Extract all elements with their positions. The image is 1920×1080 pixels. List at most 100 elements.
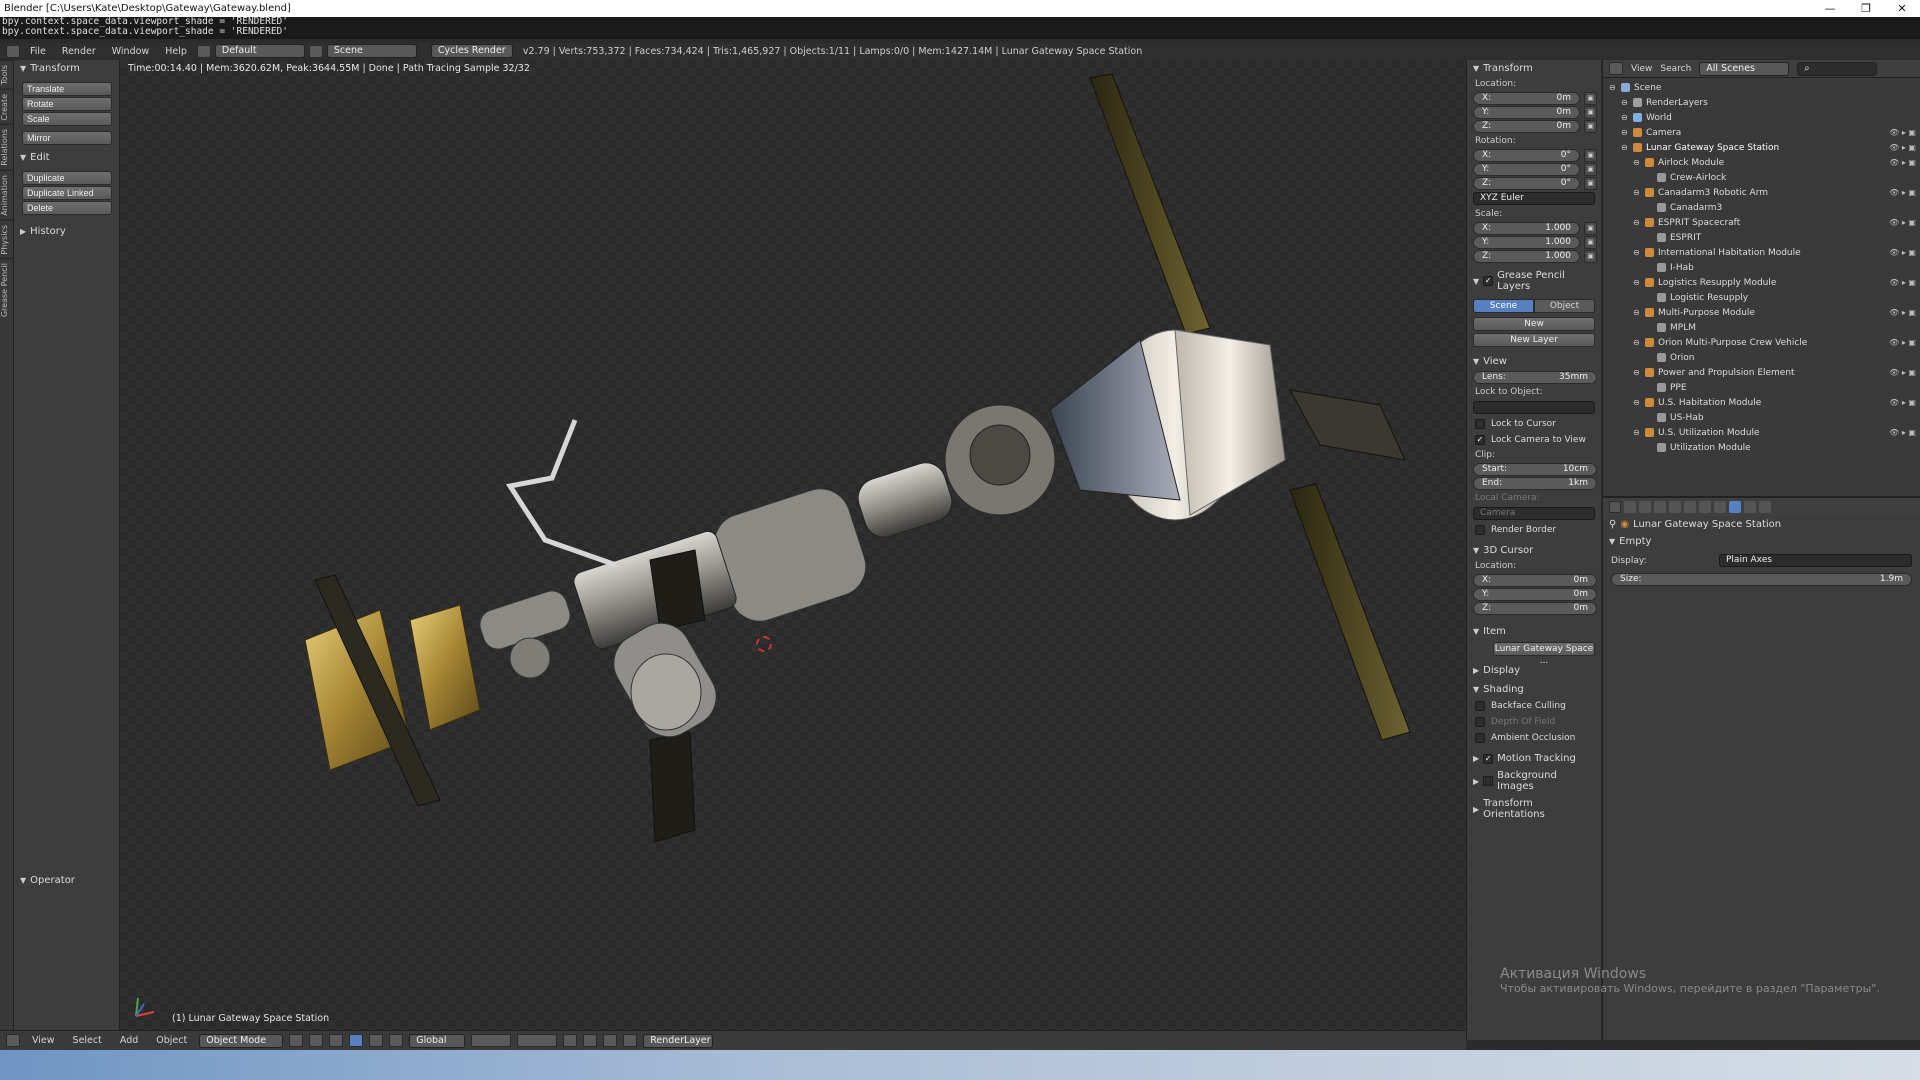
visibility-icon[interactable]: 👁 ▸ ▣: [1889, 248, 1916, 257]
outliner-row[interactable]: MPLM: [1603, 320, 1920, 335]
gp-scene-button[interactable]: Scene: [1473, 299, 1534, 313]
render-engine-select[interactable]: Cycles Render: [430, 44, 513, 58]
menu-select[interactable]: Select: [67, 1035, 108, 1046]
editor-type-icon[interactable]: [6, 1034, 20, 1047]
render-tab-icon[interactable]: [1624, 501, 1636, 513]
menu-add[interactable]: Add: [114, 1035, 144, 1046]
minimize-icon[interactable]: —: [1812, 0, 1848, 17]
cursor-z-field[interactable]: Z: 0m: [1473, 602, 1597, 615]
operator-panel-header[interactable]: ▼ Operator: [14, 872, 81, 889]
visibility-icon[interactable]: 👁 ▸ ▣: [1889, 218, 1916, 227]
outliner-row[interactable]: ⊖ International Habitation Module 👁 ▸ ▣: [1603, 245, 1920, 260]
lock-icon[interactable]: ▣: [1584, 92, 1597, 105]
translate-button[interactable]: Translate: [22, 82, 112, 96]
motion-tracking-panel-header[interactable]: ▶ ✓ Motion Tracking: [1467, 750, 1601, 767]
snap-icon[interactable]: [563, 1034, 578, 1047]
empty-display-select[interactable]: Plain Axes: [1719, 554, 1912, 567]
expand-icon[interactable]: ⊖: [1633, 158, 1643, 167]
tab-physics[interactable]: Physics: [0, 219, 14, 259]
empty-panel-header[interactable]: ▼ Empty: [1603, 533, 1920, 550]
item-name-field[interactable]: Lunar Gateway Space ...: [1493, 642, 1595, 666]
maximize-icon[interactable]: ❐: [1848, 0, 1884, 17]
visibility-icon[interactable]: 👁 ▸ ▣: [1889, 128, 1916, 137]
outliner-row[interactable]: ⊖ ESPRIT Spacecraft 👁 ▸ ▣: [1603, 215, 1920, 230]
display-mode-select[interactable]: All Scenes: [1699, 61, 1790, 76]
object-tab-icon[interactable]: [1684, 501, 1696, 513]
lock-to-cursor-checkbox[interactable]: Lock to Cursor: [1467, 416, 1601, 432]
editor-type-icon[interactable]: [1609, 501, 1621, 513]
checkbox-icon[interactable]: ✓: [1483, 276, 1494, 286]
tab-tools[interactable]: Tools: [0, 60, 14, 89]
checkbox-icon[interactable]: [1475, 525, 1485, 535]
pin-icon[interactable]: ⚲: [1609, 519, 1616, 530]
rotation-z-field[interactable]: Z: 0°: [1473, 177, 1580, 190]
expand-icon[interactable]: ⊖: [1633, 308, 1643, 317]
lock-camera-checkbox[interactable]: ✓ Lock Camera to View: [1467, 432, 1601, 448]
shading-icon[interactable]: [289, 1034, 304, 1047]
tab-relations[interactable]: Relations: [0, 124, 14, 171]
visibility-icon[interactable]: 👁 ▸ ▣: [1889, 278, 1916, 287]
tab-create[interactable]: Create: [0, 88, 14, 125]
outliner-row[interactable]: ⊖ Camera 👁 ▸ ▣: [1603, 125, 1920, 140]
outliner-row[interactable]: ⊖ Multi-Purpose Module 👁 ▸ ▣: [1603, 305, 1920, 320]
outliner-row[interactable]: US-Hab: [1603, 410, 1920, 425]
expand-icon[interactable]: ⊖: [1633, 218, 1643, 227]
shading-panel-header[interactable]: ▼ Shading: [1467, 681, 1601, 698]
duplicate-button[interactable]: Duplicate: [22, 171, 112, 185]
duplicate-linked-button[interactable]: Duplicate Linked: [22, 186, 112, 200]
orientation-select[interactable]: Global: [409, 1033, 466, 1048]
display-panel-header[interactable]: ▶ Display: [1467, 662, 1601, 679]
scale-manipulator-icon[interactable]: [389, 1034, 404, 1047]
manipulator-icon[interactable]: [329, 1034, 344, 1047]
lens-field[interactable]: Lens: 35mm: [1473, 371, 1597, 384]
cursor-x-field[interactable]: X: 0m: [1473, 574, 1597, 587]
checkbox-icon[interactable]: [1475, 701, 1485, 711]
3d-cursor-icon[interactable]: [756, 636, 772, 652]
lock-icon[interactable]: ▣: [1584, 149, 1597, 162]
scale-x-field[interactable]: X: 1.000: [1473, 222, 1580, 235]
outliner-row[interactable]: ESPRIT: [1603, 230, 1920, 245]
layers-icon[interactable]: [517, 1034, 558, 1047]
lock-icon[interactable]: ▣: [1584, 106, 1597, 119]
pivot-icon[interactable]: [309, 1034, 324, 1047]
menu-object[interactable]: Object: [150, 1035, 193, 1046]
mode-select[interactable]: Object Mode: [199, 1033, 284, 1048]
item-panel-header[interactable]: ▼ Item: [1467, 623, 1601, 640]
expand-icon[interactable]: ⊖: [1621, 128, 1631, 137]
menu-file[interactable]: File: [24, 46, 52, 57]
outliner-row[interactable]: Canadarm3: [1603, 200, 1920, 215]
checkbox-icon[interactable]: [1475, 419, 1485, 429]
expand-icon[interactable]: ⊖: [1633, 428, 1643, 437]
lock-icon[interactable]: ▣: [1584, 236, 1597, 249]
lock-icon[interactable]: ▣: [1584, 120, 1597, 133]
checkbox-icon[interactable]: [1475, 733, 1485, 743]
data-tab-icon[interactable]: [1729, 501, 1741, 513]
visibility-icon[interactable]: 👁 ▸ ▣: [1889, 308, 1916, 317]
menu-window[interactable]: Window: [106, 46, 155, 57]
visibility-icon[interactable]: 👁 ▸ ▣: [1889, 188, 1916, 197]
edit-panel-header[interactable]: ▼ Edit: [14, 149, 119, 166]
tab-grease-pencil[interactable]: Grease Pencil: [0, 258, 14, 322]
render-layers-tab-icon[interactable]: [1639, 501, 1651, 513]
depth-of-field-checkbox[interactable]: Depth Of Field: [1467, 714, 1601, 730]
expand-icon[interactable]: ⊖: [1633, 398, 1643, 407]
layers-icon[interactable]: [471, 1034, 512, 1047]
grease-pencil-panel-header[interactable]: ▼ ✓ Grease Pencil Layers: [1467, 267, 1601, 295]
editor-type-icon[interactable]: [1609, 62, 1623, 75]
checkbox-icon[interactable]: [1483, 776, 1494, 786]
scale-z-field[interactable]: Z: 1.000: [1473, 250, 1580, 263]
3d-cursor-panel-header[interactable]: ▼ 3D Cursor: [1467, 542, 1601, 559]
scene-icon[interactable]: [308, 44, 323, 58]
proportional-icon[interactable]: [583, 1034, 598, 1047]
scale-button[interactable]: Scale: [22, 112, 112, 126]
transform-orientations-panel-header[interactable]: ▶ Transform Orientations: [1467, 795, 1601, 823]
outliner-row[interactable]: Logistic Resupply: [1603, 290, 1920, 305]
outliner-search-menu[interactable]: Search: [1660, 64, 1691, 74]
checkbox-icon[interactable]: [1475, 717, 1485, 727]
outliner-row[interactable]: Crew-Airlock: [1603, 170, 1920, 185]
render-icon[interactable]: [603, 1034, 618, 1047]
render-border-checkbox[interactable]: Render Border: [1467, 522, 1601, 538]
outliner-row[interactable]: ⊖ Canadarm3 Robotic Arm 👁 ▸ ▣: [1603, 185, 1920, 200]
outliner-row[interactable]: ⊖ U.S. Habitation Module 👁 ▸ ▣: [1603, 395, 1920, 410]
mirror-button[interactable]: Mirror: [22, 131, 112, 145]
